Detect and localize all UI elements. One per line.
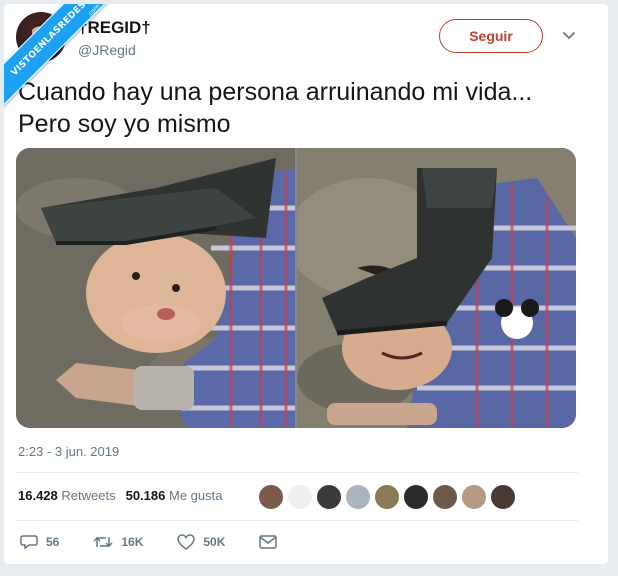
reply-count: 56 (46, 535, 60, 549)
display-name[interactable]: †REGID† (78, 18, 151, 38)
liker-avatar[interactable] (316, 484, 342, 510)
photo-right-image (297, 148, 576, 428)
follow-button[interactable]: Seguir (439, 19, 543, 53)
liker-avatar[interactable] (258, 484, 284, 510)
reply-button[interactable]: 56 (20, 534, 59, 550)
retweet-count: 16K (121, 535, 144, 549)
direct-message-button[interactable] (259, 535, 278, 549)
like-button[interactable]: 50K (177, 534, 225, 550)
retweets-stat[interactable]: 16.428 Retweets (18, 488, 116, 503)
retweet-button[interactable]: 16K (93, 534, 143, 550)
retweets-label: Retweets (61, 488, 116, 503)
reply-icon (20, 535, 38, 550)
media-photo-left[interactable] (16, 148, 295, 428)
tweet-media[interactable] (16, 148, 576, 428)
tweet-actions: 56 16K 50K (20, 534, 311, 550)
tweet-card: VISTOENLASREDES .com †REGID† @JRegid Seg… (4, 4, 608, 564)
tweet-timestamp[interactable]: 2:23 - 3 jun. 2019 (18, 444, 119, 459)
divider (16, 520, 578, 521)
liker-avatar[interactable] (432, 484, 458, 510)
heart-icon (177, 534, 196, 550)
retweets-count: 16.428 (18, 488, 58, 503)
tweet-text: Cuando hay una persona arruinando mi vid… (18, 78, 533, 138)
retweet-icon (93, 536, 113, 548)
liker-avatar[interactable] (461, 484, 487, 510)
liker-avatar[interactable] (374, 484, 400, 510)
like-count: 50K (203, 535, 226, 549)
envelope-icon (259, 535, 278, 549)
engagement-stats: 16.428 Retweets 50.186 Me gusta (18, 488, 222, 503)
divider (16, 472, 578, 473)
media-photo-right[interactable] (297, 148, 576, 428)
liker-avatar[interactable] (345, 484, 371, 510)
user-handle[interactable]: @JRegid (78, 42, 136, 58)
photo-left-image (16, 148, 295, 428)
likes-label: Me gusta (168, 488, 223, 503)
liker-avatar[interactable] (287, 484, 313, 510)
liker-avatar[interactable] (490, 484, 516, 510)
chevron-down-icon[interactable] (562, 30, 576, 42)
liker-avatars (258, 484, 516, 510)
likes-count: 50.186 (125, 488, 166, 503)
liker-avatar[interactable] (403, 484, 429, 510)
likes-stat[interactable]: 50.186 Me gusta (126, 488, 223, 503)
